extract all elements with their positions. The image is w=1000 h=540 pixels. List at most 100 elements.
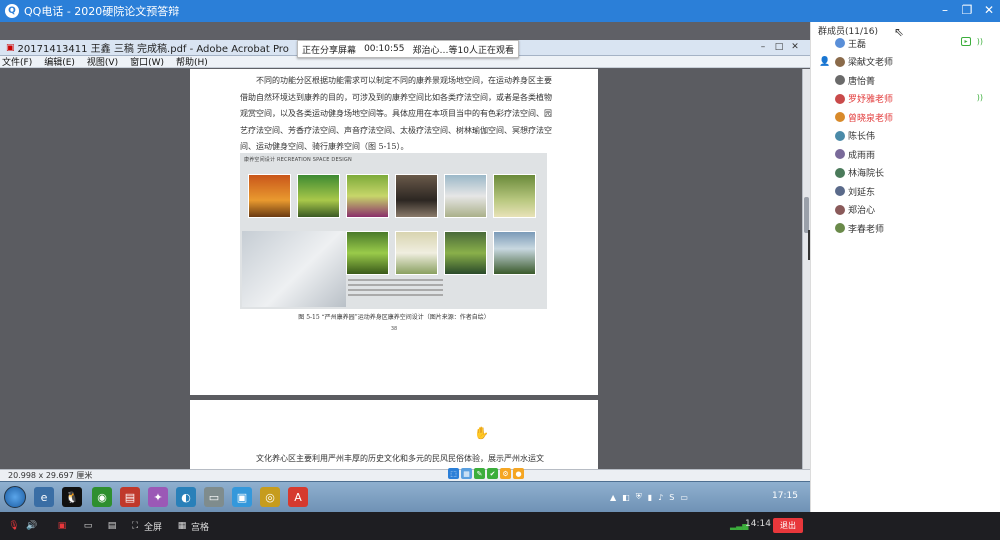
explorer-icon[interactable]: ▣ <box>232 487 252 507</box>
close-icon[interactable]: ✕ <box>979 2 999 18</box>
scrollbar-thumb[interactable] <box>804 197 809 233</box>
fullscreen-label: 全屏 <box>144 522 163 533</box>
member-item[interactable]: 👤 梁献文老师 <box>819 54 997 70</box>
check-tool-icon[interactable]: ✔ <box>487 468 498 479</box>
speaker-button[interactable]: 🔊 <box>26 519 38 533</box>
app-icon[interactable]: ▤ <box>120 487 140 507</box>
member-item[interactable]: 唐怡菁 <box>819 72 997 88</box>
acrobat-minimize-icon[interactable]: – <box>756 41 770 53</box>
sound-therapy-photo <box>395 174 438 218</box>
avatar <box>835 75 845 85</box>
figure-5-15: 康养空间设计 RECREATION SPACE DESIGN <box>240 153 547 309</box>
member-item[interactable]: 曾晓泉老师 <box>819 109 997 125</box>
pdf-page: 不同的功能分区根据功能需求可以制定不同的康养景观场地空间，在运动养身区主要借助自… <box>190 69 598 395</box>
language-icon[interactable]: S <box>669 493 674 502</box>
minimize-icon[interactable]: – <box>935 2 955 18</box>
fitness-photo <box>395 231 438 275</box>
member-item[interactable]: 李春老师 <box>819 220 997 236</box>
menu-edit[interactable]: 编辑(E) <box>44 55 75 68</box>
avatar <box>835 204 845 215</box>
menu-window[interactable]: 窗口(W) <box>130 55 164 68</box>
start-button[interactable] <box>4 486 26 508</box>
description-text-block <box>348 279 443 299</box>
host-icon: 👤 <box>819 56 831 67</box>
share-viewers: 郑治心…等10人正在观看 <box>412 45 514 56</box>
screen-icon: ▭ <box>83 521 93 531</box>
mute-mic-button[interactable]: 🎙 <box>8 519 20 533</box>
avatar <box>835 112 845 122</box>
share-screen-button[interactable]: ▭ <box>82 519 94 533</box>
avatar <box>835 130 845 141</box>
exit-call-button[interactable]: 退出 <box>773 518 803 533</box>
fullscreen-button[interactable]: ⛶ 全屏 <box>129 519 162 533</box>
pen-tool-icon[interactable]: ✎ <box>474 468 485 479</box>
cycling-photo <box>493 231 536 275</box>
member-item[interactable]: 罗妤雅老师)) <box>819 91 997 107</box>
mouse-cursor-icon: ⇖ <box>894 25 905 39</box>
taskbar-clock: 17:15 <box>772 491 798 501</box>
tray-icon[interactable]: ◧ <box>622 493 630 502</box>
site-map <box>242 231 346 307</box>
figure-caption: 图 5-15 “严州康养园”运动养身区康养空间设计（图片来源：作者自绘） <box>298 314 490 321</box>
camera-button[interactable]: ▣ <box>56 519 68 533</box>
qq-logo-icon: Q <box>5 4 19 18</box>
present-button[interactable]: ▤ <box>106 519 118 533</box>
volume-icon[interactable]: ♪ <box>658 493 663 502</box>
present-icon: ▤ <box>107 521 117 531</box>
ie-icon[interactable]: e <box>34 487 54 507</box>
browser-icon[interactable]: ◐ <box>176 487 196 507</box>
page-number: 38 <box>390 326 398 332</box>
member-item[interactable]: 刘延东 <box>819 183 997 199</box>
tool-icon[interactable]: ✦ <box>148 487 168 507</box>
acrobat-maximize-icon[interactable]: □ <box>772 41 786 53</box>
battery-icon[interactable]: ▭ <box>680 493 688 502</box>
speaker-icon: 🔊 <box>26 521 38 531</box>
document-viewport[interactable]: 不同的功能分区根据功能需求可以制定不同的康养景观场地空间，在运动养身区主要借助自… <box>0 69 810 469</box>
member-name: 王磊 <box>848 39 867 50</box>
member-item[interactable]: 陈长伟 <box>819 128 997 144</box>
restore-icon[interactable]: ❐ <box>957 2 977 18</box>
acrobat-close-icon[interactable]: ✕ <box>788 41 802 53</box>
acrobat-title: 20171413411 王鑫 三稿 完成稿.pdf - Adobe Acroba… <box>17 44 289 55</box>
network-icon[interactable]: ▮ <box>648 493 652 502</box>
member-name: 罗妤雅老师 <box>848 95 894 105</box>
speaking-icon: )) <box>976 92 983 102</box>
paragraph-2: 文化养心区主要利用严州丰厚的历史文化和多元的民风民俗体验，展示严州水运文化、梅城… <box>256 454 544 463</box>
menu-view[interactable]: 视图(V) <box>87 55 118 68</box>
member-item[interactable]: 郑治心 <box>819 202 997 218</box>
grid-icon: ▦ <box>177 521 187 531</box>
menu-help[interactable]: 帮助(H) <box>176 55 208 68</box>
vertical-scrollbar[interactable] <box>802 69 810 469</box>
shared-screen: ▣ 20171413411 王鑫 三稿 完成稿.pdf - Adobe Acro… <box>0 22 810 512</box>
avatar <box>835 167 845 178</box>
avatar <box>835 93 845 104</box>
member-item[interactable]: 王磊 ▸)) <box>819 35 997 51</box>
wechat-icon[interactable]: ◉ <box>92 487 112 507</box>
media-icon[interactable]: ◎ <box>260 487 280 507</box>
windows-taskbar: e 🐧 ◉ ▤ ✦ ◐ ▭ ▣ ◎ A ▲ ◧ ⛨ ▮ ♪ S ▭ 17:15 <box>0 481 810 512</box>
mic-off-icon: 🎙 <box>8 521 20 531</box>
acrobat-taskbar-icon[interactable]: A <box>288 487 308 507</box>
member-item[interactable]: 林海院长 <box>819 165 997 181</box>
taichi-photo <box>444 174 487 218</box>
folder-icon[interactable]: ▭ <box>204 487 224 507</box>
call-controls: 🎙 🔊 ▣ ▭ ▤ ⛶ 全屏 ▦ 宫格 ▂▃▅ 14:14 退出 <box>0 512 1000 540</box>
camera-off-icon: ▣ <box>57 521 67 531</box>
shield-icon[interactable]: ⛨ <box>636 492 642 502</box>
member-item[interactable]: 成雨雨 <box>819 146 997 162</box>
qq-call-titlebar: Q QQ电话 - 2020硬院论文预答辩 – ❐ ✕ <box>0 0 1000 22</box>
window-title: QQ电话 - 2020硬院论文预答辩 <box>24 5 180 18</box>
video-on-icon: ▸ <box>961 37 971 46</box>
gallery-button[interactable]: ▦ 宫格 <box>176 519 209 533</box>
menu-file[interactable]: 文件(F) <box>2 55 32 68</box>
paragraph-1: 不同的功能分区根据功能需求可以制定不同的康养景观场地空间，在运动养身区主要借助自… <box>240 76 552 151</box>
avatar <box>835 223 845 233</box>
window-tool-icon[interactable]: ▦ <box>461 468 472 479</box>
pointer-tool-icon[interactable]: ⬚ <box>448 468 459 479</box>
stop-tool-icon[interactable]: ● <box>513 468 524 479</box>
qq-taskbar-icon[interactable]: 🐧 <box>62 487 82 507</box>
screen-share-banner: 正在分享屏幕 00:10:55 郑治心…等10人正在观看 <box>297 40 519 58</box>
color-therapy-photo <box>248 174 291 218</box>
tray-icon[interactable]: ▲ <box>610 493 616 502</box>
settings-tool-icon[interactable]: ⚙ <box>500 468 511 479</box>
